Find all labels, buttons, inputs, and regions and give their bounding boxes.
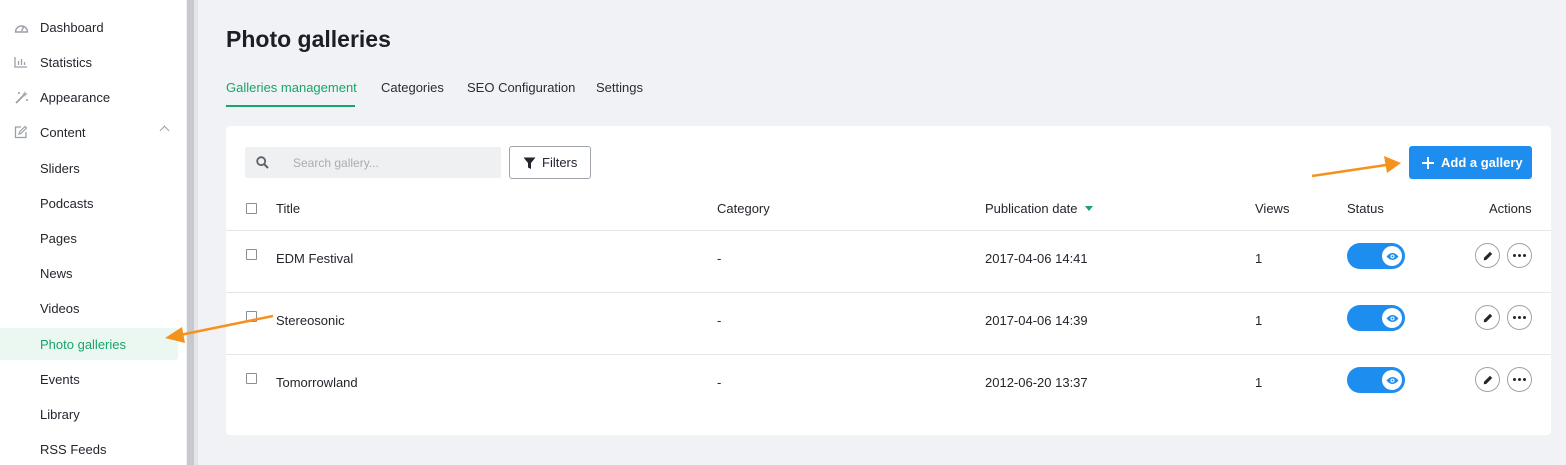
more-icon [1513, 316, 1526, 319]
sidebar-item-label: Statistics [40, 54, 93, 70]
sidebar-item-label: Appearance [40, 89, 111, 105]
table-row: Tomorrowland - 2012-06-20 13:37 1 [226, 354, 1551, 416]
bar-chart-icon [13, 54, 29, 70]
gallery-views: 1 [1255, 313, 1263, 328]
table-row: EDM Festival - 2017-04-06 14:41 1 [226, 230, 1551, 292]
edit-button[interactable] [1475, 243, 1500, 268]
galleries-card: Filters Add a gallery Title Category Pub… [226, 126, 1551, 435]
status-toggle[interactable] [1347, 305, 1405, 331]
sidebar-item-content[interactable]: Content [0, 116, 178, 148]
sidebar-divider [194, 0, 198, 465]
pencil-icon [1483, 251, 1492, 260]
gallery-views: 1 [1255, 251, 1263, 266]
gallery-publication-date: 2017-04-06 14:39 [985, 313, 1088, 328]
gallery-views: 1 [1255, 375, 1263, 390]
row-checkbox[interactable] [246, 373, 257, 384]
sidebar: Dashboard Statistics Appearance Content … [0, 0, 186, 465]
search-box [245, 147, 501, 178]
sidebar-item-events[interactable]: Events [0, 363, 178, 395]
status-toggle[interactable] [1347, 243, 1405, 269]
search-icon [256, 156, 269, 169]
sidebar-item-label: Library [40, 406, 80, 422]
pencil-icon [1483, 375, 1492, 384]
magic-wand-icon [13, 89, 29, 105]
more-icon [1513, 378, 1526, 381]
table-row: Stereosonic - 2017-04-06 14:39 1 [226, 292, 1551, 354]
sidebar-item-appearance[interactable]: Appearance [0, 81, 178, 113]
more-actions-button[interactable] [1507, 367, 1532, 392]
tab-seo-configuration[interactable]: SEO Configuration [467, 80, 575, 95]
column-header-label: Publication date [985, 201, 1078, 216]
column-header-category[interactable]: Category [717, 201, 770, 216]
filters-button[interactable]: Filters [509, 146, 591, 179]
eye-icon [1382, 246, 1402, 266]
filter-icon [523, 157, 536, 169]
edit-button[interactable] [1475, 367, 1500, 392]
sidebar-item-label: Content [40, 124, 86, 140]
sidebar-item-statistics[interactable]: Statistics [0, 46, 178, 78]
sidebar-item-dashboard[interactable]: Dashboard [0, 11, 178, 43]
sort-descending-icon [1084, 206, 1093, 211]
column-header-publication-date[interactable]: Publication date [985, 201, 1093, 216]
column-header-actions: Actions [1489, 201, 1532, 216]
tab-categories[interactable]: Categories [381, 80, 444, 95]
more-icon [1513, 254, 1526, 257]
eye-icon [1382, 370, 1402, 390]
more-actions-button[interactable] [1507, 243, 1532, 268]
plus-icon [1422, 157, 1434, 169]
sidebar-item-sliders[interactable]: Sliders [0, 152, 178, 184]
sidebar-item-label: RSS Feeds [40, 441, 107, 457]
add-gallery-label: Add a gallery [1441, 155, 1523, 170]
sidebar-item-label: Pages [40, 230, 77, 246]
gallery-category: - [717, 251, 722, 266]
search-input[interactable] [293, 147, 493, 178]
column-header-views[interactable]: Views [1255, 201, 1289, 216]
active-tab-indicator [226, 105, 355, 107]
edit-button[interactable] [1475, 305, 1500, 330]
gallery-title[interactable]: Tomorrowland [276, 375, 358, 390]
sidebar-item-news[interactable]: News [0, 257, 178, 289]
edit-icon [13, 124, 29, 140]
gallery-publication-date: 2017-04-06 14:41 [985, 251, 1088, 266]
dashboard-icon [13, 19, 29, 35]
gallery-category: - [717, 375, 722, 390]
gallery-title[interactable]: EDM Festival [276, 251, 353, 266]
sidebar-item-label: Videos [40, 300, 80, 316]
column-header-title[interactable]: Title [276, 201, 300, 216]
chevron-up-icon[interactable] [159, 125, 170, 136]
sidebar-item-rss-feeds[interactable]: RSS Feeds [0, 433, 178, 465]
sidebar-item-label: Events [40, 371, 80, 387]
sidebar-item-pages[interactable]: Pages [0, 222, 178, 254]
sidebar-item-videos[interactable]: Videos [0, 292, 178, 324]
select-all-checkbox[interactable] [246, 203, 257, 214]
sidebar-item-photo-galleries[interactable]: Photo galleries [0, 328, 178, 360]
pencil-icon [1483, 313, 1492, 322]
tab-settings[interactable]: Settings [596, 80, 643, 95]
row-checkbox[interactable] [246, 311, 257, 322]
page-title: Photo galleries [226, 26, 391, 52]
status-toggle[interactable] [1347, 367, 1405, 393]
sidebar-scrollbar[interactable] [187, 0, 194, 465]
gallery-title[interactable]: Stereosonic [276, 313, 345, 328]
eye-icon [1382, 308, 1402, 328]
add-gallery-button[interactable]: Add a gallery [1409, 146, 1532, 179]
sidebar-item-label: Sliders [40, 160, 80, 176]
row-checkbox[interactable] [246, 249, 257, 260]
gallery-category: - [717, 313, 722, 328]
sidebar-item-library[interactable]: Library [0, 398, 178, 430]
sidebar-item-label: News [40, 265, 73, 281]
tab-galleries-management[interactable]: Galleries management [226, 80, 357, 95]
column-header-status: Status [1347, 201, 1384, 216]
sidebar-item-label: Photo galleries [40, 336, 126, 352]
sidebar-item-label: Podcasts [40, 195, 94, 211]
gallery-publication-date: 2012-06-20 13:37 [985, 375, 1088, 390]
sidebar-item-podcasts[interactable]: Podcasts [0, 187, 178, 219]
more-actions-button[interactable] [1507, 305, 1532, 330]
sidebar-item-label: Dashboard [40, 19, 104, 35]
filters-button-label: Filters [542, 155, 578, 170]
